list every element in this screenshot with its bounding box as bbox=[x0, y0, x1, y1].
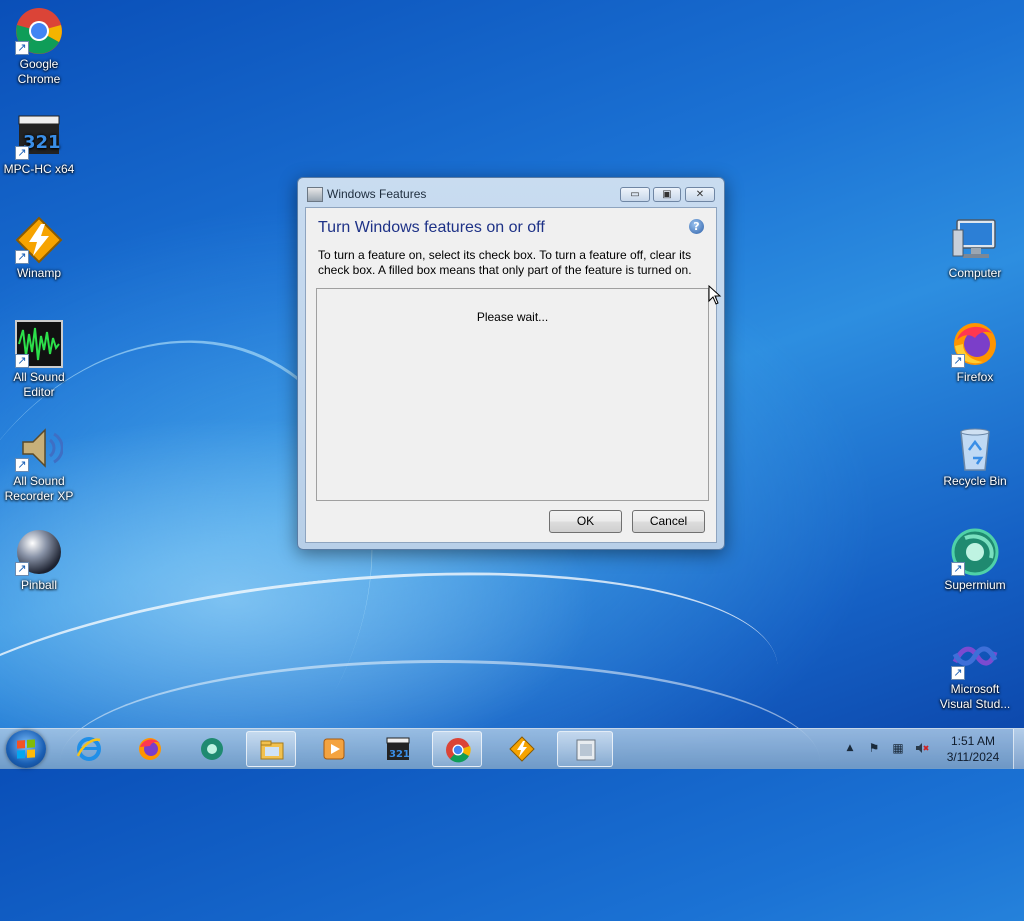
firefox-icon: ↗ bbox=[951, 320, 999, 368]
desktop-icon-recycle-bin[interactable]: Recycle Bin bbox=[936, 424, 1014, 489]
taskbar-item-internet-explorer[interactable] bbox=[64, 731, 114, 767]
shortcut-arrow-icon: ↗ bbox=[951, 666, 965, 680]
shortcut-arrow-icon: ↗ bbox=[15, 41, 29, 55]
internet-explorer-icon bbox=[76, 737, 101, 761]
features-list-box[interactable]: Please wait... bbox=[316, 288, 709, 501]
shortcut-arrow-icon: ↗ bbox=[951, 562, 965, 576]
chrome-icon bbox=[446, 738, 471, 763]
shortcut-arrow-icon: ↗ bbox=[15, 146, 29, 160]
desktop-icon-winamp[interactable]: ↗ Winamp bbox=[0, 216, 78, 281]
maximize-button[interactable]: ▣ bbox=[653, 187, 681, 202]
desktop-icon-mpc-hc[interactable]: 321 ↗ MPC-HC x64 bbox=[0, 112, 78, 177]
taskbar-item-winamp[interactable] bbox=[497, 731, 547, 767]
dialog-heading: Turn Windows features on or off bbox=[318, 219, 545, 236]
supermium-icon bbox=[201, 738, 223, 760]
windows-logo-icon bbox=[17, 739, 35, 759]
taskbar-item-chrome[interactable] bbox=[432, 731, 482, 767]
mouse-cursor-icon bbox=[708, 285, 722, 305]
taskbar-item-media-player[interactable] bbox=[309, 731, 359, 767]
mpc-hc-icon: 321 bbox=[386, 737, 410, 760]
desktop-icon-all-sound-recorder[interactable]: ↗ All Sound Recorder XP bbox=[0, 424, 78, 504]
taskbar-item-firefox[interactable] bbox=[125, 731, 175, 767]
desktop-icon-label: MPC-HC x64 bbox=[3, 162, 75, 176]
winamp-icon bbox=[509, 736, 535, 762]
desktop-icon-visual-studio[interactable]: ↗ Microsoft Visual Stud... bbox=[936, 632, 1014, 712]
wallpaper-swoosh bbox=[0, 533, 792, 890]
close-button[interactable]: ✕ bbox=[685, 187, 715, 202]
taskbar-item-supermium[interactable] bbox=[187, 731, 237, 767]
shortcut-arrow-icon: ↗ bbox=[951, 354, 965, 368]
dialog-description: To turn a feature on, select its check b… bbox=[318, 248, 692, 277]
volume-muted-icon[interactable] bbox=[915, 741, 929, 755]
windows-features-icon bbox=[307, 187, 323, 202]
desktop-icon-google-chrome[interactable]: ↗ Google Chrome bbox=[0, 7, 78, 87]
desktop-icon-label: Winamp bbox=[16, 266, 61, 280]
desktop-icon-label: All Sound Recorder XP bbox=[4, 474, 74, 503]
clock-date: 3/11/2024 bbox=[946, 750, 1000, 764]
chrome-icon: ↗ bbox=[15, 7, 63, 55]
taskbar-item-file-explorer[interactable] bbox=[246, 731, 296, 767]
shortcut-arrow-icon: ↗ bbox=[15, 354, 29, 368]
desktop-icon-pinball[interactable]: ↗ Pinball bbox=[0, 528, 78, 593]
file-explorer-icon bbox=[260, 740, 284, 760]
cancel-button[interactable]: Cancel bbox=[632, 510, 705, 533]
recycle-bin-icon bbox=[951, 424, 999, 472]
desktop-icon-label: Firefox bbox=[956, 370, 994, 384]
minimize-button[interactable]: ▭ bbox=[620, 187, 650, 202]
firefox-icon bbox=[139, 738, 161, 760]
desktop-icon-all-sound-editor[interactable]: ↗ All Sound Editor bbox=[0, 320, 78, 400]
ok-button[interactable]: OK bbox=[549, 510, 622, 533]
desktop-icon-firefox[interactable]: ↗ Firefox bbox=[936, 320, 1014, 385]
taskbar: 321 ▲ ⚑ ▦ 1:51 AM 3/11/2024 bbox=[0, 728, 1024, 769]
svg-text:321: 321 bbox=[389, 749, 410, 760]
desktop-icon-label: All Sound Editor bbox=[13, 370, 65, 399]
desktop-icon-computer[interactable]: Computer bbox=[936, 216, 1014, 281]
show-desktop-button[interactable] bbox=[1013, 729, 1024, 769]
sound-editor-icon: ↗ bbox=[15, 320, 63, 368]
system-clock[interactable]: 1:51 AM 3/11/2024 bbox=[930, 733, 1016, 765]
visual-studio-icon: ↗ bbox=[951, 632, 999, 680]
windows-features-icon bbox=[576, 739, 596, 761]
show-hidden-icons-chevron-icon[interactable]: ▲ bbox=[843, 741, 857, 755]
dialog-titlebar[interactable]: Windows Features ▭ ▣ ✕ bbox=[298, 178, 724, 208]
shortcut-arrow-icon: ↗ bbox=[15, 250, 29, 264]
desktop-icon-label: Computer bbox=[948, 266, 1002, 280]
desktop-icon-label: Google Chrome bbox=[17, 57, 61, 86]
supermium-icon: ↗ bbox=[951, 528, 999, 576]
start-button[interactable] bbox=[6, 730, 46, 768]
desktop-icon-label: Microsoft Visual Stud... bbox=[939, 682, 1011, 711]
sound-recorder-icon: ↗ bbox=[15, 424, 64, 472]
desktop-icon-label: Pinball bbox=[20, 578, 58, 592]
computer-icon bbox=[951, 216, 999, 264]
media-player-icon bbox=[323, 738, 345, 760]
desktop-icon-label: Recycle Bin bbox=[943, 474, 1007, 488]
shortcut-arrow-icon: ↗ bbox=[15, 458, 29, 472]
taskbar-item-windows-features[interactable] bbox=[557, 731, 613, 767]
taskbar-item-mpc-hc[interactable]: 321 bbox=[373, 731, 423, 767]
pinball-icon: ↗ bbox=[15, 528, 63, 576]
network-icon[interactable]: ▦ bbox=[891, 741, 905, 755]
desktop-icon-supermium[interactable]: ↗ Supermium bbox=[936, 528, 1014, 593]
desktop-icon-label: Supermium bbox=[944, 578, 1006, 592]
mpc-hc-icon: 321 ↗ bbox=[15, 112, 63, 160]
shortcut-arrow-icon: ↗ bbox=[15, 562, 29, 576]
action-center-flag-icon[interactable]: ⚑ bbox=[867, 741, 881, 755]
dialog-client-area: Turn Windows features on or off ? To tur… bbox=[305, 207, 717, 543]
clock-time: 1:51 AM bbox=[950, 734, 996, 748]
winamp-icon: ↗ bbox=[15, 216, 63, 264]
help-icon[interactable]: ? bbox=[689, 219, 704, 234]
dialog-title: Windows Features bbox=[327, 187, 427, 201]
windows-features-dialog: Windows Features ▭ ▣ ✕ Turn Windows feat… bbox=[297, 177, 725, 550]
loading-status: Please wait... bbox=[476, 310, 549, 324]
